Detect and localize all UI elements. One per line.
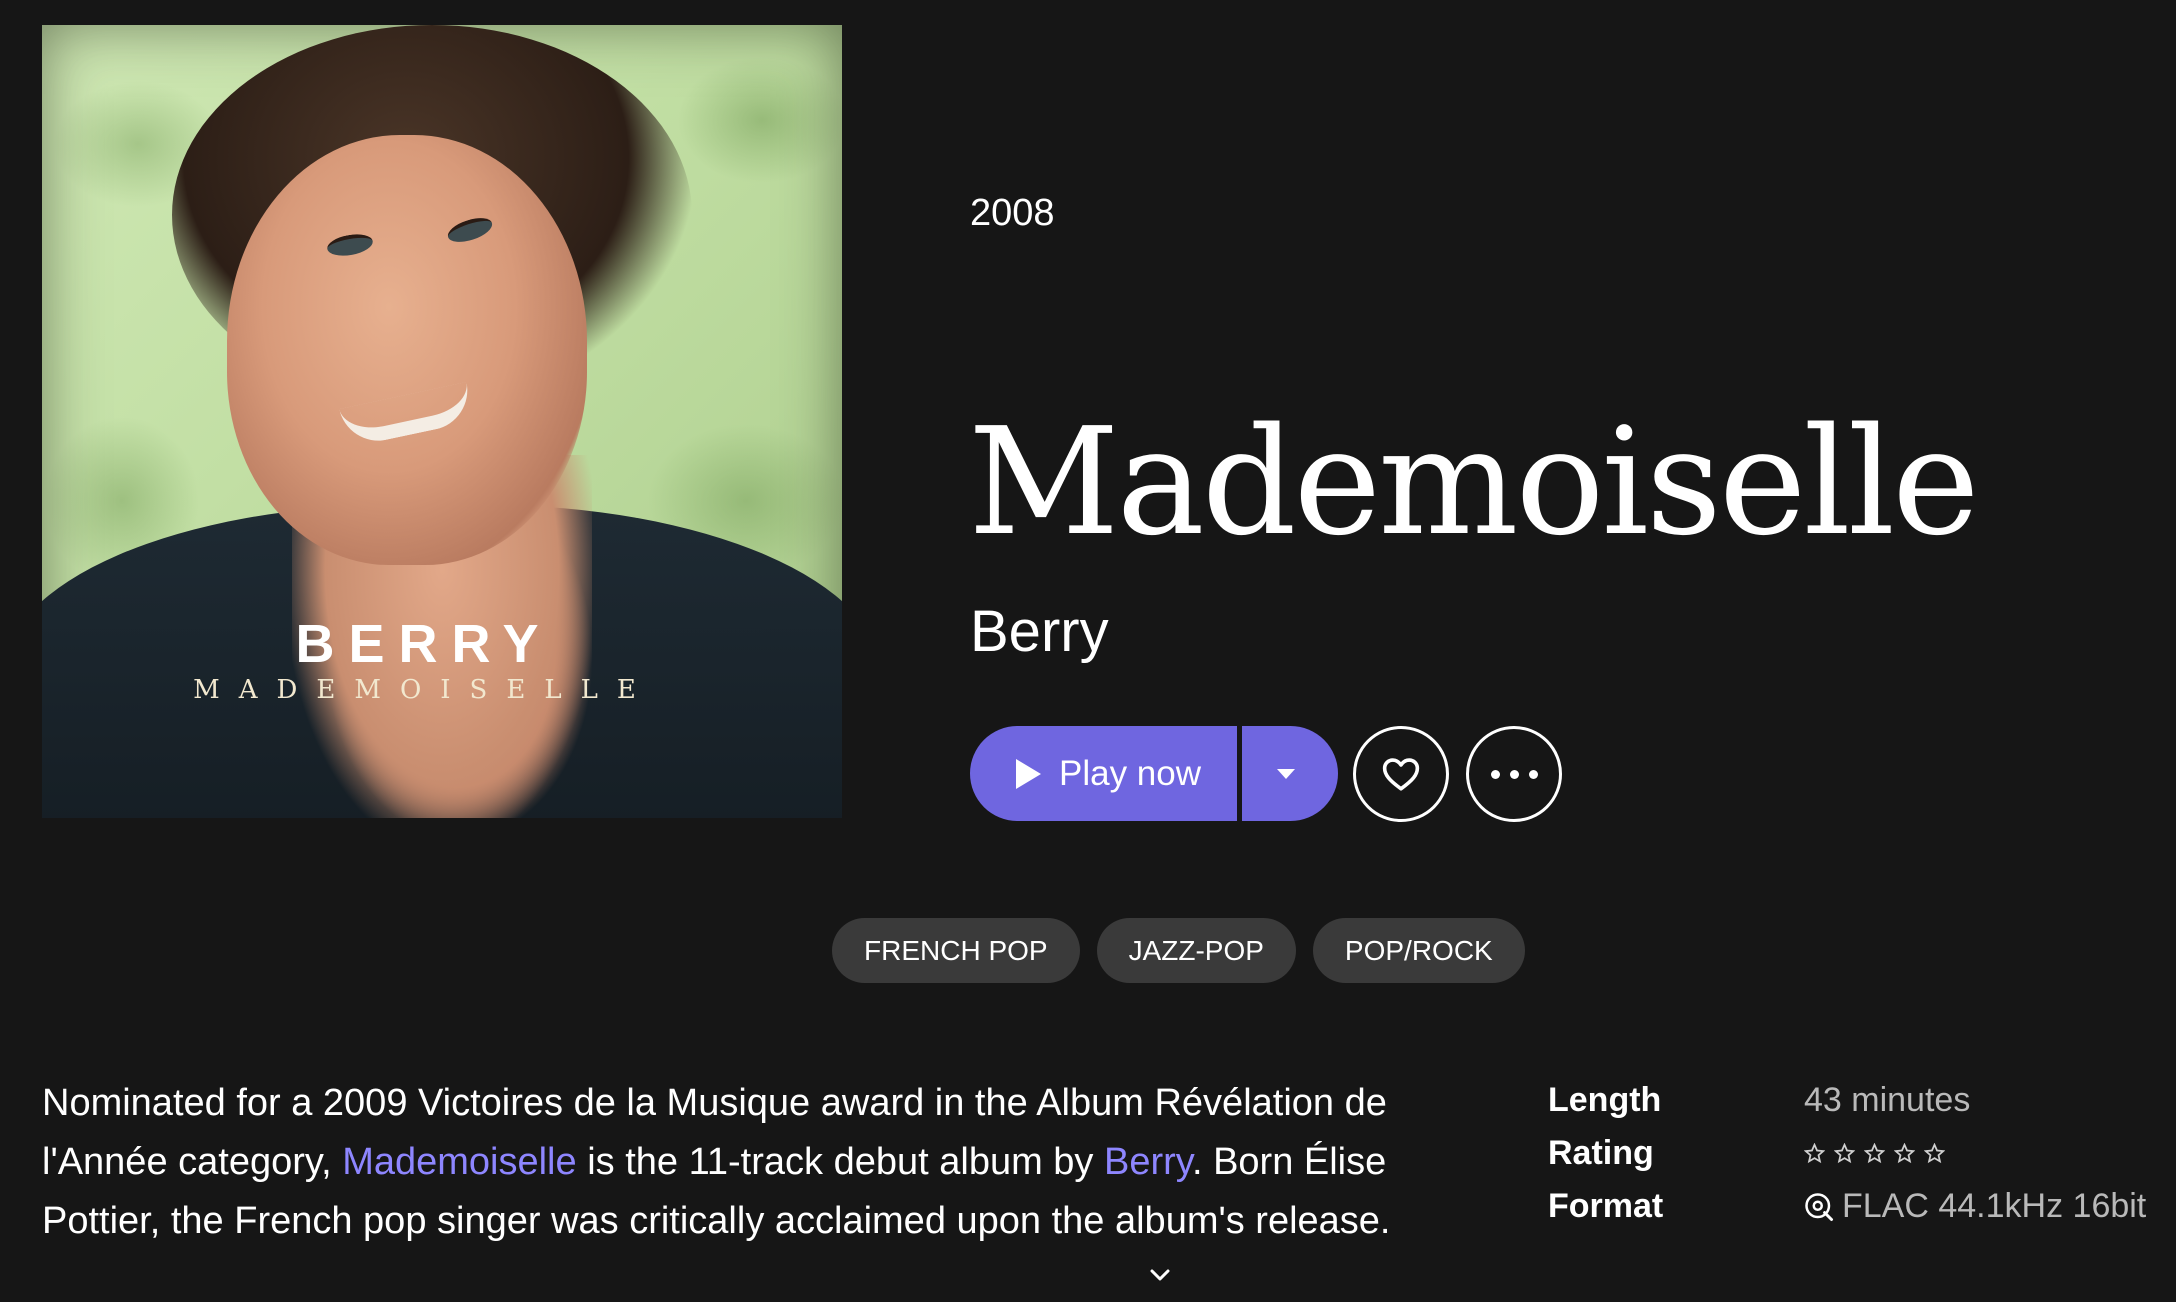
album-title: Mademoiselle (968, 396, 1980, 568)
album-page: BERRY MADEMOISELLE 2008 Mademoiselle Ber… (0, 0, 2176, 1302)
heart-icon (1382, 758, 1420, 791)
album-description: Nominated for a 2009 Victoires de la Mus… (42, 1082, 1391, 1242)
length-label: Length (1548, 1081, 1662, 1119)
artist-description-link[interactable]: Berry (1104, 1141, 1192, 1183)
expand-description-icon[interactable] (1148, 1263, 1172, 1287)
play-options-button[interactable] (1242, 726, 1338, 821)
play-now-button[interactable]: Play now (970, 726, 1237, 821)
release-year: 2008 (970, 192, 1055, 234)
play-button-group: Play now (970, 726, 1338, 821)
play-now-label: Play now (1059, 753, 1202, 793)
format-value: FLAC 44.1kHz 16bit (1842, 1187, 2147, 1225)
cover-album-text: MADEMOISELLE (193, 675, 655, 705)
star-icon[interactable] (1924, 1143, 1945, 1164)
album-link[interactable]: Mademoiselle (342, 1141, 576, 1183)
cover-artist-text: BERRY (295, 614, 553, 674)
genre-list: FRENCH POP JAZZ-POP POP/ROCK (832, 918, 1525, 983)
album-details: Length 43 minutes Rating Format FLAC 44.… (1548, 1074, 2146, 1233)
detail-rating: Rating (1548, 1127, 2146, 1180)
play-icon (1016, 758, 1041, 789)
caret-down-icon (1277, 768, 1295, 779)
length-value: 43 minutes (1804, 1081, 1971, 1119)
star-icon[interactable] (1864, 1143, 1885, 1164)
star-icon[interactable] (1804, 1143, 1825, 1164)
genre-chip-jazz-pop[interactable]: JAZZ-POP (1096, 918, 1296, 983)
format-label: Format (1548, 1187, 1664, 1225)
rating-label: Rating (1548, 1134, 1654, 1172)
artist-link[interactable]: Berry (970, 598, 1109, 665)
album-cover: BERRY MADEMOISELLE (42, 25, 842, 818)
detail-format: Format FLAC 44.1kHz 16bit (1548, 1180, 2146, 1233)
star-icon[interactable] (1894, 1143, 1915, 1164)
more-options-button[interactable] (1466, 726, 1562, 822)
favorite-button[interactable] (1353, 726, 1449, 822)
more-dots-icon (1490, 769, 1538, 779)
lossless-quality-icon (1805, 1192, 1833, 1221)
format-value-group: FLAC 44.1kHz 16bit (1804, 1187, 2146, 1226)
genre-chip-french-pop[interactable]: FRENCH POP (832, 918, 1080, 983)
rating-stars[interactable] (1804, 1143, 1945, 1164)
detail-length: Length 43 minutes (1548, 1074, 2146, 1127)
star-icon[interactable] (1834, 1143, 1855, 1164)
genre-chip-pop-rock[interactable]: POP/ROCK (1312, 918, 1525, 983)
